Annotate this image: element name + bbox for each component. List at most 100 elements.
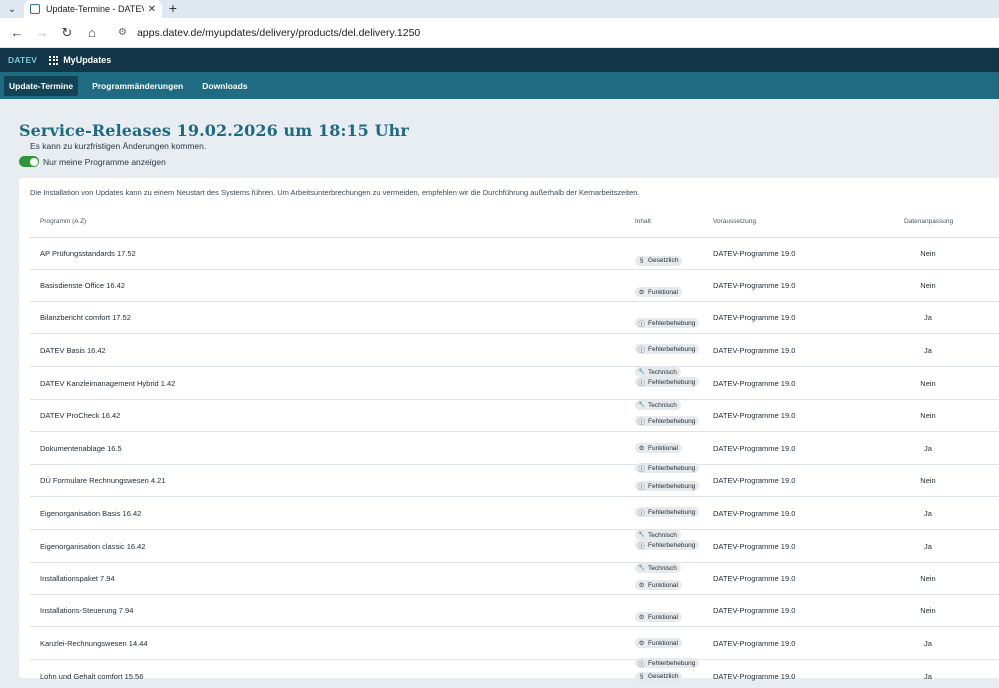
requirement: DATEV-Programme 19.0: [713, 476, 796, 485]
data-adjustment: Ja: [924, 541, 932, 551]
column-header-program[interactable]: Programm (A Z): [40, 218, 86, 225]
gear-icon: ⚙: [638, 289, 645, 296]
tab-update-termine[interactable]: Update-Termine: [4, 75, 79, 96]
requirement: DATEV-Programme 19.0: [713, 249, 796, 258]
table-row[interactable]: Lohn und Gehalt comfort 15.56 § Gesetzlich…: [30, 660, 999, 688]
requirement: DATEV-Programme 19.0: [713, 313, 796, 322]
info-icon: ⓘ: [638, 510, 645, 517]
program-name: Bilanzbericht comfort 17.52: [40, 313, 131, 322]
data-adjustment: Nein: [920, 574, 936, 583]
data-adjustment: Ja: [924, 443, 932, 453]
content-badge: ⚙ Funktional: [635, 638, 682, 648]
app-name[interactable]: MyUpdates: [63, 55, 111, 65]
content-badges: ⚙ Funktional: [635, 606, 682, 624]
content-badge: ⓘ Fehlerbehebung: [635, 416, 700, 426]
browser-toolbar: ← → ↻ ⌂ ⚙ apps.datev.de/myupdates/delive…: [0, 18, 999, 48]
requirement: DATEV-Programme 19.0: [713, 281, 796, 290]
content-badge: ⚙ Funktional: [635, 287, 682, 297]
requirement: DATEV-Programme 19.0: [713, 671, 796, 681]
badge-label: Fehlerbehebung: [648, 482, 696, 490]
my-programs-toggle[interactable]: [19, 156, 39, 167]
table-row[interactable]: Eigenorganisation Basis 16.42 ⓘ Fehlerbehe…: [30, 497, 999, 540]
apps-grid-icon[interactable]: [49, 55, 59, 65]
program-name: Kanzlei-Rechnungswesen 14.44: [40, 638, 148, 648]
info-icon: ⓘ: [638, 543, 645, 550]
data-adjustment: Ja: [924, 345, 932, 355]
page-subtitle: Es kann zu kurzfristigen Änderungen komm…: [30, 141, 207, 151]
page-title: Service-Releases 19.02.2026 um 18:15 Uhr: [19, 121, 409, 140]
column-header-content: Inhalt: [635, 218, 651, 225]
main-navigation: Update-Termine Programmänderungen Downlo…: [0, 72, 999, 99]
badge-label: Fehlerbehebung: [648, 378, 696, 386]
forward-arrow-icon[interactable]: →: [31, 22, 53, 44]
brand-logo[interactable]: DATEV: [8, 55, 37, 65]
my-programs-toggle-row: Nur meine Programme anzeigen: [19, 156, 166, 167]
table-row[interactable]: Eigenorganisation classic 16.42 ⓘ Fehlerbe…: [30, 530, 999, 573]
address-bar[interactable]: ⚙ apps.datev.de/myupdates/delivery/produ…: [110, 20, 993, 45]
close-icon[interactable]: ✕: [148, 4, 156, 15]
tab-programmaenderungen[interactable]: Programmänderungen: [87, 76, 188, 96]
reload-icon[interactable]: ↻: [56, 22, 78, 44]
badge-label: Fehlerbehebung: [648, 508, 696, 516]
info-icon: ⓘ: [638, 347, 645, 354]
table-row[interactable]: Installationspaket 7.94 ⚙ Funktional DATEV-…: [30, 563, 999, 595]
paragraph-icon: §: [639, 257, 644, 264]
program-name: Eigenorganisation Basis 16.42: [40, 508, 142, 518]
data-adjustment: Nein: [920, 476, 936, 485]
browser-tab[interactable]: Update-Termine - DATEV MyUp ✕: [24, 0, 162, 18]
table-row[interactable]: DATEV Kanzleimanagement Hybrid 1.42 ⓘ Fehl…: [30, 367, 999, 410]
content-badges: §GesetzlichⓘFehlerbehebung: [635, 665, 699, 688]
content-badge: § Gesetzlich: [635, 671, 683, 682]
info-icon: ⓘ: [638, 380, 645, 387]
paragraph-icon: §: [639, 673, 644, 680]
requirement: DATEV-Programme 19.0: [713, 508, 796, 518]
content-badges: ⓘ Fehlerbehebung: [635, 411, 700, 429]
program-name: Installations-Steuerung 7.94: [40, 606, 134, 615]
main-content: Service-Releases 19.02.2026 um 18:15 Uhr…: [0, 99, 999, 682]
requirement: DATEV-Programme 19.0: [713, 638, 796, 648]
table-row[interactable]: DATEV ProCheck 16.42 ⓘ Fehlerbehebung DATEV…: [30, 400, 999, 432]
content-badge: ⓘ Fehlerbehebung: [635, 540, 700, 550]
table-row[interactable]: DATEV Basis 16.42 ⓘ Fehlerbehebung 🔧 Technis…: [30, 334, 999, 377]
info-icon: ⓘ: [638, 321, 645, 328]
table-row[interactable]: DÜ Formulare Rechnungswesen 4.21 ⓘ Fehlerb…: [30, 465, 999, 497]
back-arrow-icon[interactable]: ←: [6, 22, 28, 44]
my-programs-toggle-label[interactable]: Nur meine Programme anzeigen: [43, 157, 166, 167]
content-badges: ⓘ Fehlerbehebung: [635, 313, 700, 331]
table-row[interactable]: Basisdienste Office 16.42 ⚙ Funktional DATE…: [30, 270, 999, 302]
url-text: apps.datev.de/myupdates/delivery/product…: [136, 26, 421, 39]
table-row[interactable]: Kanzlei-Rechnungswesen 14.44 ⚙ Funktional ⓘ…: [30, 627, 999, 668]
tab-downloads[interactable]: Downloads: [197, 76, 252, 96]
badge-label: Funktional: [648, 581, 678, 589]
table-row[interactable]: Installations-Steuerung 7.94 ⚙ Funktional D…: [30, 595, 999, 627]
table-row[interactable]: Bilanzbericht comfort 17.52 ⓘ Fehlerbehebu…: [30, 302, 999, 334]
datev-favicon-icon: [30, 4, 40, 14]
content-badge: ⓘ Fehlerbehebung: [635, 481, 700, 491]
data-adjustment: Nein: [920, 378, 936, 388]
home-icon[interactable]: ⌂: [81, 22, 103, 44]
content-badge: ⚙ Funktional: [635, 443, 682, 453]
site-settings-icon[interactable]: ⚙: [118, 27, 127, 38]
content-badge: ⓘ Fehlerbehebung: [635, 318, 700, 328]
data-adjustment: Ja: [924, 313, 932, 322]
data-adjustment: Ja: [924, 638, 932, 648]
content-badge: ⓘ Fehlerbehebung: [635, 377, 700, 387]
data-adjustment: Ja: [924, 508, 932, 518]
requirement: DATEV-Programme 19.0: [713, 378, 796, 388]
gear-icon: ⚙: [638, 640, 645, 647]
table-row[interactable]: Dokumentenablage 16.5 ⚙ Funktional ⓘ Fehlerb…: [30, 432, 999, 473]
column-header-requirement: Voraussetzung: [713, 218, 757, 225]
requirement: DATEV-Programme 19.0: [713, 443, 796, 453]
table-row[interactable]: AP Prüfungsstandards 17.52 § Gesetzlich DAT…: [30, 238, 999, 270]
releases-card: Die Installation von Updates kann zu ein…: [19, 178, 999, 682]
tab-search-icon[interactable]: ⌄: [4, 1, 20, 17]
badge-label: Gesetzlich: [648, 673, 679, 680]
badge-label: Funktional: [648, 639, 678, 647]
data-adjustment: Nein: [920, 281, 936, 290]
program-name: AP Prüfungsstandards 17.52: [40, 249, 136, 258]
new-tab-icon[interactable]: +: [166, 1, 180, 15]
badge-label: Fehlerbehebung: [648, 345, 696, 353]
badge-label: Fehlerbehebung: [648, 319, 696, 327]
content-badge: ⓘ Fehlerbehebung: [635, 344, 700, 354]
requirement: DATEV-Programme 19.0: [713, 574, 796, 583]
